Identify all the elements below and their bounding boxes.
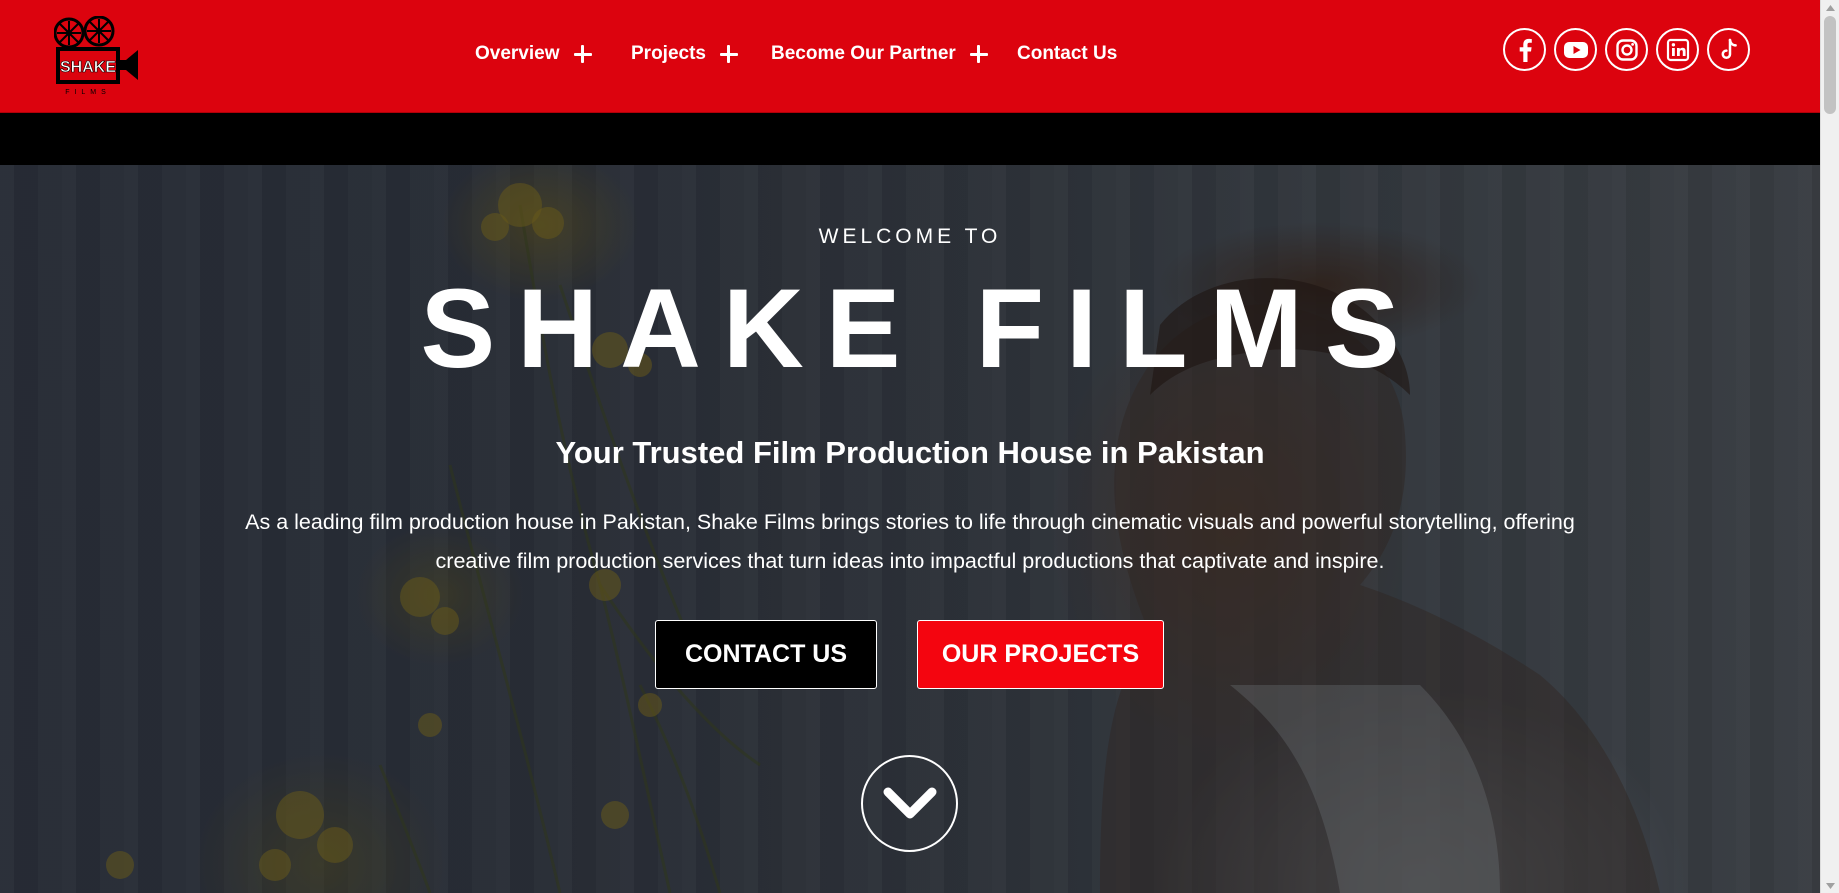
hero-section: WELCOME TO SHAKE FILMS Your Trusted Film… bbox=[0, 165, 1820, 893]
facebook-link[interactable] bbox=[1503, 28, 1546, 71]
scrollbar-thumb[interactable] bbox=[1824, 16, 1836, 114]
tiktok-icon bbox=[1721, 38, 1737, 59]
nav-item-label: Projects bbox=[631, 43, 706, 64]
nav-item-contact[interactable]: Contact Us bbox=[1017, 36, 1117, 72]
site-header: SHAKE FILMS Overview Projects Become Our… bbox=[0, 0, 1820, 113]
facebook-icon bbox=[1519, 38, 1532, 62]
youtube-link[interactable] bbox=[1554, 28, 1597, 71]
plus-icon bbox=[969, 45, 988, 63]
nav-item-label: Contact Us bbox=[1017, 43, 1118, 64]
social-links bbox=[1503, 28, 1750, 71]
nav-item-label: Overview bbox=[475, 43, 560, 64]
nav-item-label: Become Our Partner bbox=[771, 43, 956, 64]
welcome-text: WELCOME TO bbox=[818, 225, 1002, 248]
instagram-icon bbox=[1615, 38, 1638, 61]
contact-us-button[interactable]: CONTACT US bbox=[655, 620, 877, 689]
header-strip bbox=[0, 114, 1820, 165]
youtube-icon bbox=[1563, 41, 1588, 58]
hero-content: WELCOME TO SHAKE FILMS Your Trusted Film… bbox=[0, 165, 1820, 893]
plus-icon bbox=[573, 45, 592, 63]
tiktok-link[interactable] bbox=[1707, 28, 1750, 71]
scroll-down-arrow-icon[interactable] bbox=[1825, 880, 1836, 891]
linkedin-icon bbox=[1666, 38, 1689, 61]
plus-icon bbox=[719, 45, 738, 63]
nav-item-overview[interactable]: Overview bbox=[475, 36, 592, 72]
our-projects-button[interactable]: OUR PROJECTS bbox=[917, 620, 1164, 689]
hero-tagline: Your Trusted Film Production House in Pa… bbox=[555, 435, 1265, 470]
instagram-link[interactable] bbox=[1605, 28, 1648, 71]
hero-description: As a leading film production house in Pa… bbox=[245, 510, 1575, 573]
scroll-up-arrow-icon[interactable] bbox=[1825, 2, 1836, 13]
page: SHAKE FILMS Overview Projects Become Our… bbox=[0, 0, 1839, 893]
linkedin-link[interactable] bbox=[1656, 28, 1699, 71]
scroll-down-button[interactable] bbox=[861, 755, 958, 852]
nav-item-projects[interactable]: Projects bbox=[631, 36, 738, 72]
hero-title: SHAKE FILMS bbox=[420, 266, 1422, 391]
logo-subtext: FILMS bbox=[65, 89, 111, 96]
chevron-down-icon bbox=[883, 787, 936, 818]
page-scrollbar[interactable] bbox=[1820, 0, 1839, 893]
nav-item-become-partner[interactable]: Become Our Partner bbox=[771, 36, 988, 72]
